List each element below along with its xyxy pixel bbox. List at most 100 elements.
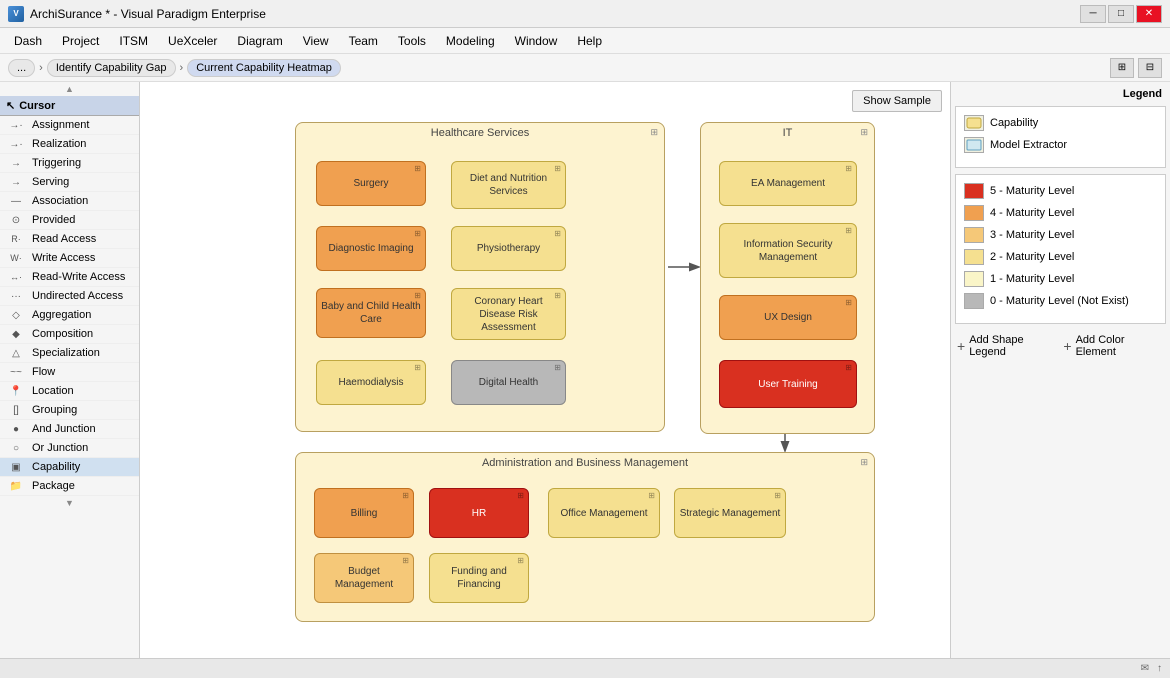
panel-item-undirected[interactable]: ··· Undirected Access (0, 287, 139, 306)
ism-box[interactable]: ⊞ Information Security Management (719, 223, 857, 278)
scroll-down[interactable]: ▼ (0, 496, 139, 510)
association-label: Association (32, 195, 88, 207)
diagnostic-label: Diagnostic Imaging (328, 242, 413, 255)
add-color-element[interactable]: + Add Color Element (1061, 332, 1166, 360)
breadcrumb-arrow-2: › (180, 62, 184, 74)
breadcrumb-tool-2[interactable]: ⊟ (1138, 58, 1162, 78)
realization-icon: →· (6, 139, 26, 150)
menu-modeling[interactable]: Modeling (436, 32, 505, 50)
it-container[interactable]: IT ⊞ ⊞ EA Management ⊞ Information Secur… (700, 122, 875, 434)
breadcrumb-tools: ⊞ ⊟ (1110, 58, 1162, 78)
panel-item-readwrite-access[interactable]: ↔· Read-Write Access (0, 268, 139, 287)
diagnostic-box[interactable]: ⊞ Diagnostic Imaging (316, 226, 426, 271)
undirected-icon: ··· (6, 291, 26, 302)
menu-view[interactable]: View (293, 32, 339, 50)
admin-container[interactable]: Administration and Business Management ⊞… (295, 452, 875, 622)
panel-item-realization[interactable]: →· Realization (0, 135, 139, 154)
digital-label: Digital Health (479, 376, 538, 389)
hr-box[interactable]: ⊞ HR (429, 488, 529, 538)
readwrite-label: Read-Write Access (32, 271, 125, 283)
diet-label: Diet and Nutrition Services (456, 172, 561, 198)
panel-item-serving[interactable]: → Serving (0, 173, 139, 192)
ux-box[interactable]: ⊞ UX Design (719, 295, 857, 340)
panel-item-read-access[interactable]: R· Read Access (0, 230, 139, 249)
funding-box[interactable]: ⊞ Funding and Financing (429, 553, 529, 603)
billing-box[interactable]: ⊞ Billing (314, 488, 414, 538)
panel-item-or-junction[interactable]: ○ Or Junction (0, 439, 139, 458)
physio-box[interactable]: ⊞ Physiotherapy (451, 226, 566, 271)
surgery-box[interactable]: ⊞ Surgery (316, 161, 426, 206)
office-icon: ⊞ (648, 491, 655, 501)
panel-item-and-junction[interactable]: ● And Junction (0, 420, 139, 439)
budget-icon: ⊞ (402, 556, 409, 566)
ea-icon: ⊞ (845, 164, 852, 174)
package-label: Package (32, 480, 75, 492)
diet-box[interactable]: ⊞ Diet and Nutrition Services (451, 161, 566, 209)
baby-box[interactable]: ⊞ Baby and Child Health Care (316, 288, 426, 338)
digital-icon: ⊞ (554, 363, 561, 373)
legend-colors-box: 5 - Maturity Level 4 - Maturity Level 3 … (955, 174, 1166, 324)
panel-item-association[interactable]: — Association (0, 192, 139, 211)
legend-extractor-icon (964, 137, 984, 153)
panel-item-write-access[interactable]: W· Write Access (0, 249, 139, 268)
panel-item-flow[interactable]: ~~ Flow (0, 363, 139, 382)
legend-color-3: 3 - Maturity Level (964, 227, 1157, 243)
menu-bar: Dash Project ITSM UeXceler Diagram View … (0, 28, 1170, 54)
menu-dash[interactable]: Dash (4, 32, 52, 50)
minimize-button[interactable]: ─ (1080, 5, 1106, 23)
admin-container-icon: ⊞ (860, 457, 868, 468)
write-access-icon: W· (6, 253, 26, 263)
mail-icon[interactable]: ✉ (1141, 663, 1149, 674)
panel-item-provided[interactable]: ⊙ Provided (0, 211, 139, 230)
menu-help[interactable]: Help (567, 32, 612, 50)
panel-item-package[interactable]: 📁 Package (0, 477, 139, 496)
digital-box[interactable]: ⊞ Digital Health (451, 360, 566, 405)
export-icon[interactable]: ↑ (1157, 663, 1162, 674)
panel-item-specialization[interactable]: △ Specialization (0, 344, 139, 363)
panel-item-grouping[interactable]: [] Grouping (0, 401, 139, 420)
panel-item-assignment[interactable]: →· Assignment (0, 116, 139, 135)
panel-item-capability[interactable]: ▣ Capability (0, 458, 139, 477)
strategic-box[interactable]: ⊞ Strategic Management (674, 488, 786, 538)
menu-team[interactable]: Team (339, 32, 388, 50)
panel-header: ↖ Cursor (0, 96, 139, 116)
ism-icon: ⊞ (845, 226, 852, 236)
ea-box[interactable]: ⊞ EA Management (719, 161, 857, 206)
haemo-box[interactable]: ⊞ Haemodialysis (316, 360, 426, 405)
close-button[interactable]: ✕ (1136, 5, 1162, 23)
breadcrumb-current[interactable]: Current Capability Heatmap (187, 59, 341, 77)
breadcrumb: ... › Identify Capability Gap › Current … (0, 54, 1170, 82)
menu-tools[interactable]: Tools (388, 32, 436, 50)
healthcare-container[interactable]: Healthcare Services ⊞ ⊞ Surgery ⊞ Diet a… (295, 122, 665, 432)
legend-color-5: 5 - Maturity Level (964, 183, 1157, 199)
legend-color-4: 4 - Maturity Level (964, 205, 1157, 221)
add-color-label: Add Color Element (1076, 334, 1164, 358)
training-box[interactable]: ⊞ User Training (719, 360, 857, 408)
breadcrumb-tool-1[interactable]: ⊞ (1110, 58, 1134, 78)
diagram-canvas[interactable]: Show Sample Healthcare S (140, 82, 950, 658)
menu-itsm[interactable]: ITSM (109, 32, 158, 50)
panel-item-triggering[interactable]: → Triggering (0, 154, 139, 173)
menu-project[interactable]: Project (52, 32, 109, 50)
menu-uexceler[interactable]: UeXceler (158, 32, 227, 50)
add-shape-legend[interactable]: + Add Shape Legend (955, 332, 1061, 360)
menu-window[interactable]: Window (505, 32, 568, 50)
panel-item-location[interactable]: 📍 Location (0, 382, 139, 401)
assignment-label: Assignment (32, 119, 89, 131)
hr-label: HR (472, 507, 486, 520)
breadcrumb-ellipsis[interactable]: ... (8, 59, 35, 77)
flow-icon: ~~ (6, 367, 26, 378)
budget-box[interactable]: ⊞ Budget Management (314, 553, 414, 603)
menu-diagram[interactable]: Diagram (227, 32, 292, 50)
it-container-icon: ⊞ (860, 127, 868, 138)
main-layout: ▲ ↖ Cursor →· Assignment →· Realization … (0, 82, 1170, 658)
panel-item-aggregation[interactable]: ◇ Aggregation (0, 306, 139, 325)
maximize-button[interactable]: □ (1108, 5, 1134, 23)
panel-item-composition[interactable]: ◆ Composition (0, 325, 139, 344)
triggering-icon: → (6, 158, 26, 169)
breadcrumb-identify[interactable]: Identify Capability Gap (47, 59, 176, 77)
coronary-box[interactable]: ⊞ Coronary Heart Disease Risk Assessment (451, 288, 566, 340)
scroll-up[interactable]: ▲ (0, 82, 139, 96)
office-box[interactable]: ⊞ Office Management (548, 488, 660, 538)
add-color-icon: + (1063, 338, 1071, 354)
